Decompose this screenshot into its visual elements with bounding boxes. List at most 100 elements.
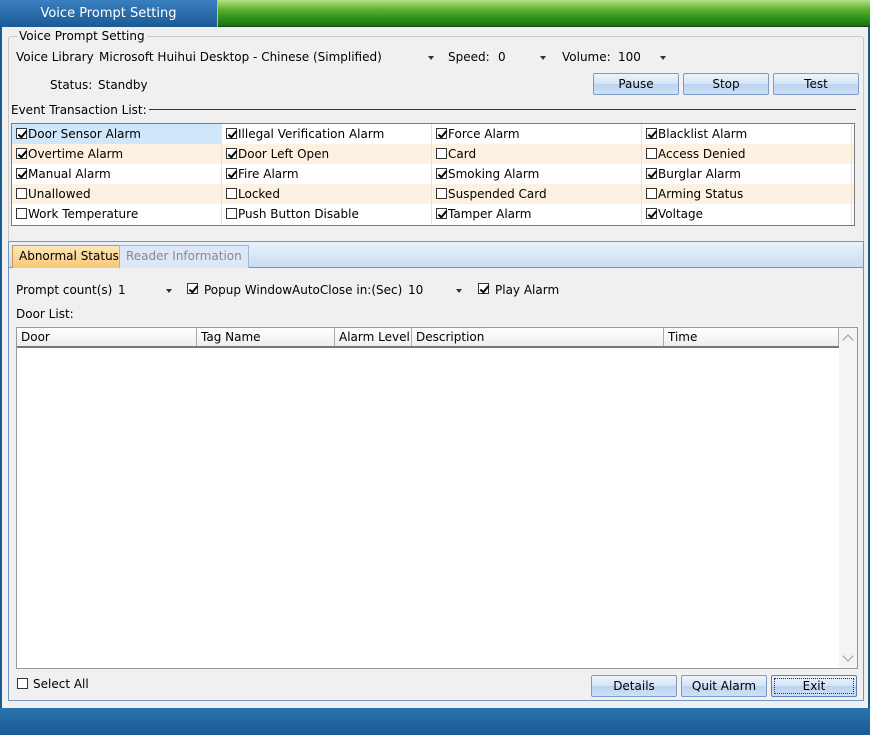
event-item[interactable]: Smoking Alarm — [432, 164, 642, 184]
title-bar: Voice Prompt Setting — [0, 0, 870, 27]
door-list-table: Door Tag Name Alarm Level Description Ti… — [16, 327, 858, 669]
event-checkbox[interactable] — [16, 128, 27, 139]
main-window: Voice Prompt Setting Voice Library: Micr… — [2, 27, 868, 708]
event-item[interactable]: Blacklist Alarm — [642, 124, 852, 144]
status-value: Standby — [98, 78, 148, 92]
voice-library-label: Voice Library: — [16, 50, 97, 64]
event-label: Blacklist Alarm — [658, 127, 748, 141]
event-item[interactable]: Unallowed — [12, 184, 222, 204]
event-row: Work Temperature Push Button Disable Tampe… — [12, 204, 854, 224]
tab-strip: Abnormal Status Reader Information — [9, 242, 863, 268]
event-checkbox[interactable] — [646, 128, 657, 139]
event-checkbox[interactable] — [16, 168, 27, 179]
event-item[interactable]: Work Temperature — [12, 204, 222, 224]
volume-dropdown[interactable]: 100 — [613, 46, 673, 68]
autoclose-value: 10 — [408, 283, 424, 297]
event-item[interactable]: Door Sensor Alarm — [12, 124, 222, 144]
speed-dropdown[interactable]: 0 — [493, 46, 553, 68]
event-item[interactable]: Fire Alarm — [222, 164, 432, 184]
prompt-count-value: 1 — [118, 283, 126, 297]
event-checkbox[interactable] — [16, 208, 27, 219]
event-checkbox[interactable] — [436, 148, 447, 159]
voice-library-value: Microsoft Huihui Desktop - Chinese (Simp… — [99, 50, 382, 64]
status-label: Status: — [50, 78, 93, 92]
event-row: Manual Alarm Fire Alarm Smoking Alarm Burgl… — [12, 164, 854, 184]
tab-abnormal-status[interactable]: Abnormal Status — [12, 245, 126, 268]
event-row: Door Sensor Alarm Illegal Verification Al… — [12, 124, 854, 144]
event-checkbox[interactable] — [646, 168, 657, 179]
select-all-checkbox[interactable] — [17, 678, 28, 689]
play-alarm-label: Play Alarm — [495, 283, 560, 297]
event-row: Unallowed Locked Suspended Card Arming Stat… — [12, 184, 854, 204]
event-item[interactable]: Access Denied — [642, 144, 852, 164]
event-label: Burglar Alarm — [658, 167, 741, 181]
event-label: Arming Status — [658, 187, 744, 201]
event-checkbox[interactable] — [226, 168, 237, 179]
event-item[interactable]: Illegal Verification Alarm — [222, 124, 432, 144]
column-tag-name[interactable]: Tag Name — [197, 328, 335, 346]
event-checkbox[interactable] — [16, 148, 27, 159]
event-item[interactable]: Force Alarm — [432, 124, 642, 144]
event-item[interactable]: Arming Status — [642, 184, 852, 204]
volume-label: Volume: — [562, 50, 611, 64]
chevron-down-icon — [660, 56, 666, 60]
event-label: Push Button Disable — [238, 207, 359, 221]
event-item[interactable]: Locked — [222, 184, 432, 204]
event-label: Fire Alarm — [238, 167, 299, 181]
event-item[interactable]: Burglar Alarm — [642, 164, 852, 184]
event-item[interactable]: Push Button Disable — [222, 204, 432, 224]
event-list-title: Event Transaction List: — [11, 103, 149, 117]
event-item[interactable]: Card — [432, 144, 642, 164]
event-label: Tamper Alarm — [448, 207, 532, 221]
event-item[interactable]: Door Left Open — [222, 144, 432, 164]
autoclose-dropdown[interactable]: 10 — [403, 279, 469, 301]
popup-window-checkbox[interactable] — [187, 283, 198, 294]
volume-value: 100 — [618, 50, 641, 64]
voice-library-dropdown[interactable]: Microsoft Huihui Desktop - Chinese (Simp… — [94, 46, 441, 68]
event-checkbox[interactable] — [226, 148, 237, 159]
event-label: Manual Alarm — [28, 167, 111, 181]
event-item[interactable]: Overtime Alarm — [12, 144, 222, 164]
column-door[interactable]: Door — [17, 328, 197, 346]
quit-alarm-button[interactable]: Quit Alarm — [681, 675, 767, 697]
column-alarm-level[interactable]: Alarm Level — [335, 328, 412, 346]
event-label: Voltage — [658, 207, 704, 221]
event-row: Overtime Alarm Door Left Open Card Access D… — [12, 144, 854, 164]
event-label: Locked — [238, 187, 280, 201]
voice-prompt-group: Voice Prompt Setting Voice Library: Micr… — [8, 29, 864, 262]
details-button[interactable]: Details — [591, 675, 677, 697]
tab-reader-information[interactable]: Reader Information — [119, 245, 249, 268]
event-checkbox[interactable] — [646, 208, 657, 219]
play-alarm-checkbox[interactable] — [478, 283, 489, 294]
event-checkbox[interactable] — [436, 208, 447, 219]
event-checkbox[interactable] — [436, 188, 447, 199]
event-checkbox[interactable] — [646, 188, 657, 199]
event-checkbox[interactable] — [226, 188, 237, 199]
event-checkbox[interactable] — [16, 188, 27, 199]
scroll-up-icon[interactable] — [842, 334, 854, 346]
event-item[interactable]: Manual Alarm — [12, 164, 222, 184]
event-item[interactable]: Voltage — [642, 204, 852, 224]
event-label: Door Left Open — [238, 147, 330, 161]
event-item[interactable]: Tamper Alarm — [432, 204, 642, 224]
pause-button[interactable]: Pause — [593, 73, 679, 95]
column-time[interactable]: Time — [664, 328, 839, 346]
test-button[interactable]: Test — [773, 73, 859, 95]
event-checkbox[interactable] — [646, 148, 657, 159]
event-checkbox[interactable] — [436, 128, 447, 139]
event-label: Force Alarm — [448, 127, 520, 141]
select-all-label: Select All — [33, 677, 89, 691]
prompt-count-dropdown[interactable]: 1 — [113, 279, 179, 301]
event-item[interactable]: Suspended Card — [432, 184, 642, 204]
stop-button[interactable]: Stop — [683, 73, 769, 95]
column-description[interactable]: Description — [412, 328, 664, 346]
event-checkbox[interactable] — [226, 208, 237, 219]
event-label: Card — [448, 147, 477, 161]
table-vertical-scrollbar[interactable] — [839, 328, 857, 668]
exit-button[interactable]: Exit — [771, 675, 857, 697]
title-bar-fill — [218, 0, 870, 27]
scroll-down-icon[interactable] — [842, 650, 854, 662]
event-checkbox[interactable] — [436, 168, 447, 179]
event-label: Illegal Verification Alarm — [238, 127, 385, 141]
event-checkbox[interactable] — [226, 128, 237, 139]
